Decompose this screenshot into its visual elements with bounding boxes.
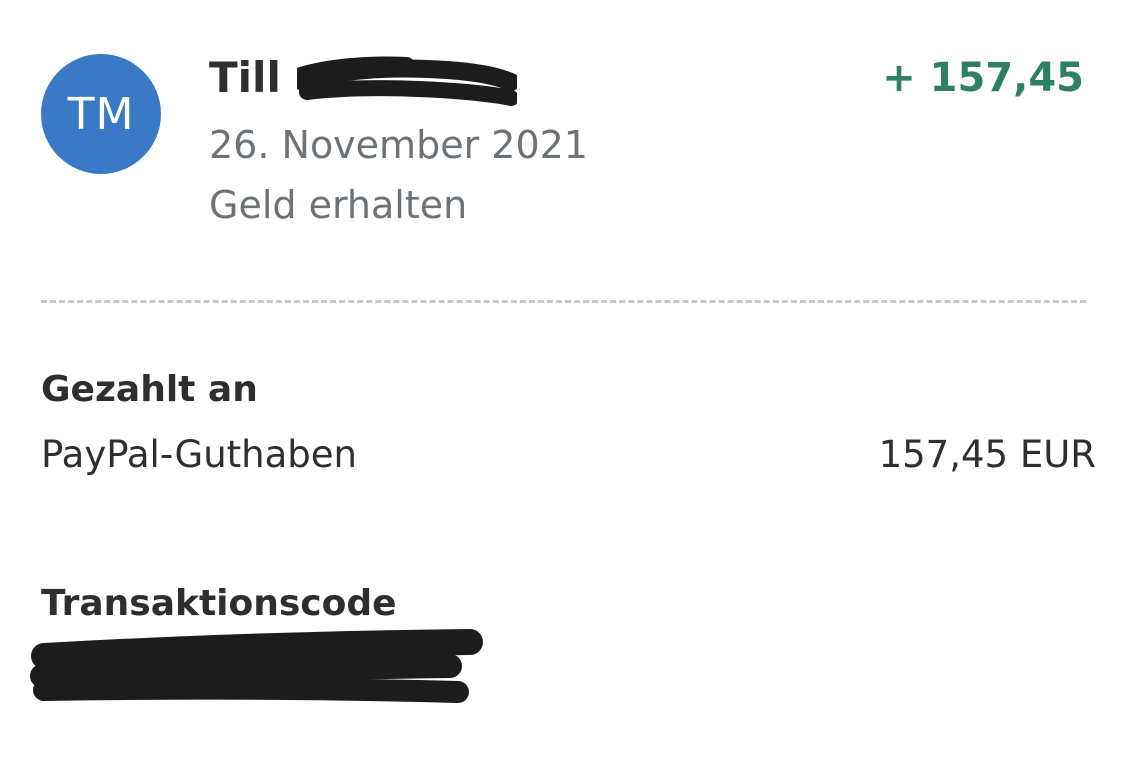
counterparty-name: Till — [209, 53, 281, 102]
avatar: TM — [41, 54, 161, 174]
transaction-code-heading: Transaktionscode — [41, 583, 397, 624]
paid-to-amount: 157,45 EUR — [878, 433, 1096, 476]
transaction-date: 26. November 2021 — [209, 123, 588, 167]
transaction-detail-page: TM Till + 157,45 26. November 2021 Geld … — [0, 0, 1122, 767]
transaction-type: Geld erhalten — [209, 183, 468, 227]
dashed-divider — [41, 300, 1086, 303]
counterparty-name-area: Till — [209, 48, 517, 108]
paid-to-source: PayPal-Guthaben — [41, 433, 357, 476]
paid-to-heading: Gezahlt an — [41, 369, 258, 410]
redaction-scribble-transaction-code — [30, 629, 483, 703]
redaction-scribble-name — [297, 56, 517, 106]
transaction-amount: + 157,45 — [882, 55, 1084, 101]
avatar-initials: TM — [67, 88, 135, 140]
